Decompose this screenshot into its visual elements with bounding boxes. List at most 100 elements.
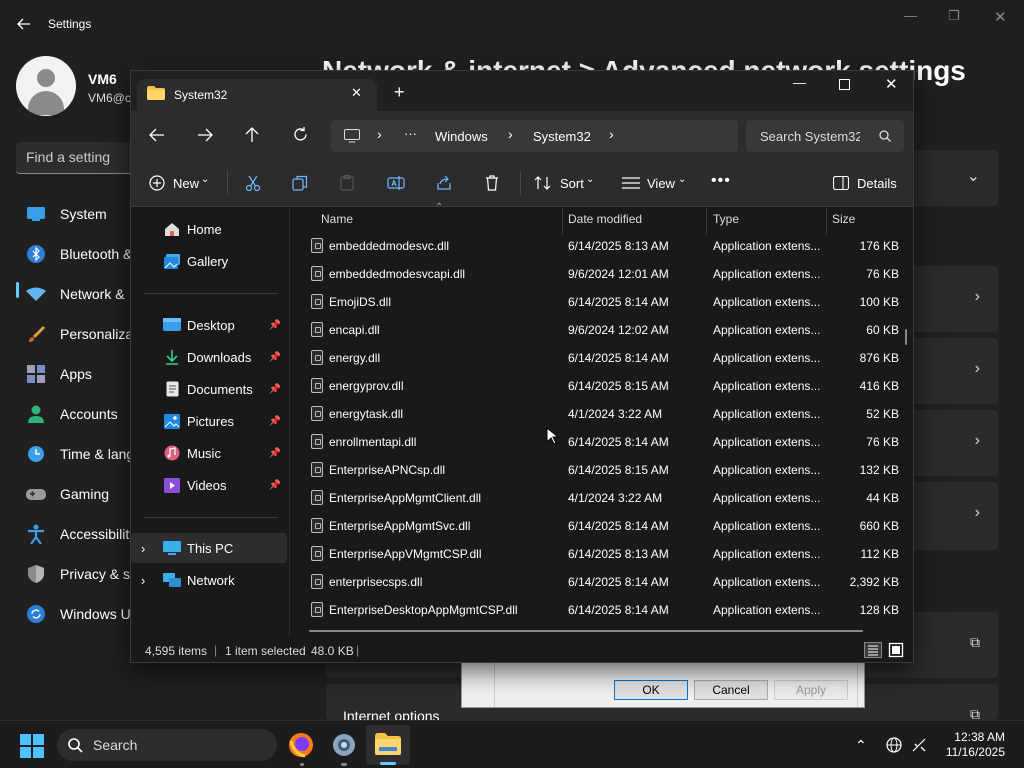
file-row[interactable]: energyprov.dll 6/14/2025 8:15 AM Applicati… [291, 372, 903, 400]
dll-file-icon [311, 378, 323, 393]
nav-this-pc[interactable]: › This PC [131, 533, 287, 563]
refresh-icon[interactable] [293, 127, 308, 142]
horizontal-scrollbar[interactable] [309, 630, 863, 632]
details-button[interactable]: Details [857, 176, 897, 191]
file-row[interactable]: enrollmentapi.dll 6/14/2025 8:14 AM Applic… [291, 428, 903, 456]
file-row[interactable]: enterprisecsps.dll 6/14/2025 8:14 AM Appli… [291, 568, 903, 596]
file-row[interactable]: embeddedmodesvc.dll 6/14/2025 8:13 AM Appl… [291, 232, 903, 260]
file-name: EnterpriseAppMgmtClient.dll [329, 491, 482, 505]
search-input[interactable]: Search System32 [746, 120, 904, 152]
up-arrow-icon[interactable] [245, 127, 259, 143]
details-pane-icon [831, 173, 851, 193]
breadcrumb-system32[interactable]: System32 [533, 129, 591, 144]
chevron-right-icon[interactable]: › [141, 573, 163, 588]
chevron-right-icon: › [974, 360, 980, 377]
chevron-right-icon[interactable]: › [141, 541, 163, 556]
column-divider[interactable] [826, 208, 827, 234]
column-divider[interactable] [706, 208, 707, 234]
address-bar[interactable]: › ··· Windows › System32 › [331, 120, 738, 152]
file-row[interactable]: EnterpriseDesktopAppMgmtCSP.dll 6/14/2025… [291, 596, 903, 624]
ok-button[interactable]: OK [614, 680, 688, 700]
close-button[interactable]: ✕ [994, 8, 1007, 26]
nav-item-label: Accounts [60, 406, 118, 422]
apply-button[interactable]: Apply [774, 680, 848, 700]
minimize-button[interactable]: — [904, 8, 917, 23]
new-button[interactable]: New [173, 176, 199, 191]
file-row[interactable]: encapi.dll 9/6/2024 12:02 AM Application e… [291, 316, 903, 344]
gallery-icon [163, 252, 181, 270]
sort-button[interactable]: Sort [560, 176, 584, 191]
documents-icon [163, 380, 181, 398]
breadcrumb-windows[interactable]: Windows [435, 129, 488, 144]
back-arrow-icon[interactable] [149, 128, 165, 142]
more-path-icon[interactable]: ··· [404, 126, 417, 141]
file-row[interactable]: embeddedmodesvcapi.dll 9/6/2024 12:01 AM A… [291, 260, 903, 288]
settings-gear-icon[interactable] [331, 732, 357, 758]
delete-icon[interactable] [482, 173, 502, 193]
file-size: 60 KB [866, 323, 899, 337]
network-status-icon[interactable] [911, 737, 929, 753]
paste-icon[interactable] [337, 173, 357, 193]
file-date: 6/14/2025 8:14 AM [568, 519, 669, 533]
new-tab-icon[interactable]: + [394, 83, 405, 101]
rename-icon[interactable] [386, 173, 406, 193]
minimize-button[interactable]: — [793, 75, 806, 90]
large-icons-view-icon[interactable] [888, 642, 904, 658]
divider [227, 171, 228, 195]
file-row[interactable]: EnterpriseAppVMgmtCSP.dll 6/14/2025 8:13 … [291, 540, 903, 568]
dll-file-icon [311, 294, 323, 309]
divider [520, 171, 521, 195]
file-row[interactable]: EnterpriseAppMgmtSvc.dll 6/14/2025 8:14 A… [291, 512, 903, 540]
nav-music[interactable]: Music 📌 [131, 438, 287, 468]
nav-home[interactable]: Home [131, 214, 287, 244]
firefox-icon[interactable] [288, 732, 314, 758]
system-clock[interactable]: 12:38 AM 11/16/2025 [946, 730, 1005, 760]
file-row[interactable]: EnterpriseAppMgmtClient.dll 4/1/2024 3:22… [291, 484, 903, 512]
file-date: 4/1/2024 3:22 AM [568, 491, 663, 505]
language-globe-icon[interactable] [886, 737, 902, 753]
share-icon[interactable] [434, 173, 454, 193]
nav-videos[interactable]: Videos 📌 [131, 470, 287, 500]
avatar[interactable] [16, 56, 76, 116]
more-options-icon[interactable]: ••• [711, 172, 731, 190]
file-type: Application extens... [713, 379, 821, 393]
copy-icon[interactable] [290, 173, 310, 193]
nav-gallery[interactable]: Gallery [131, 246, 287, 276]
nav-downloads-label: Downloads [187, 349, 252, 365]
nav-network[interactable]: › Network [131, 565, 287, 595]
file-row[interactable]: EmojiDS.dll 6/14/2025 8:14 AM Application … [291, 288, 903, 316]
tab-system32[interactable]: System32 ✕ [137, 79, 377, 111]
close-tab-icon[interactable]: ✕ [351, 85, 362, 101]
taskbar-search-box[interactable]: Search [57, 729, 277, 761]
nav-desktop[interactable]: Desktop 📌 [131, 310, 287, 340]
item-count: 4,595 items [145, 644, 208, 658]
file-size: 52 KB [866, 407, 899, 421]
maximize-button[interactable] [839, 79, 850, 90]
forward-arrow-icon[interactable] [197, 128, 213, 142]
column-divider[interactable] [562, 208, 563, 234]
file-row[interactable]: energy.dll 6/14/2025 8:14 AM Application e… [291, 344, 903, 372]
details-view-icon[interactable] [864, 642, 882, 658]
pin-icon: 📌 [268, 479, 281, 491]
nav-pictures[interactable]: Pictures 📌 [131, 406, 287, 436]
cut-icon[interactable] [243, 173, 263, 193]
view-button[interactable]: View [647, 176, 675, 191]
bluetooth-icon [26, 244, 46, 264]
close-button[interactable]: ✕ [885, 75, 898, 93]
start-icon[interactable] [20, 734, 44, 758]
back-arrow-icon[interactable] [16, 16, 32, 32]
vertical-scrollbar[interactable] [905, 329, 907, 345]
file-explorer-taskbar-button[interactable] [366, 725, 410, 765]
file-row[interactable]: EnterpriseAPNCsp.dll 6/14/2025 8:15 AM App… [291, 456, 903, 484]
chevron-up-icon[interactable]: ⌃ [855, 737, 867, 754]
restore-button[interactable]: ❐ [948, 8, 960, 24]
pin-icon: 📌 [268, 351, 281, 363]
nav-downloads[interactable]: Downloads 📌 [131, 342, 287, 372]
file-size: 76 KB [866, 435, 899, 449]
user-name: VM6 [88, 71, 117, 87]
cancel-button[interactable]: Cancel [694, 680, 768, 700]
dll-file-icon [311, 602, 323, 617]
file-row[interactable]: energytask.dll 4/1/2024 3:22 AM Applicatio… [291, 400, 903, 428]
nav-documents[interactable]: Documents 📌 [131, 374, 287, 404]
file-type: Application extens... [713, 351, 821, 365]
